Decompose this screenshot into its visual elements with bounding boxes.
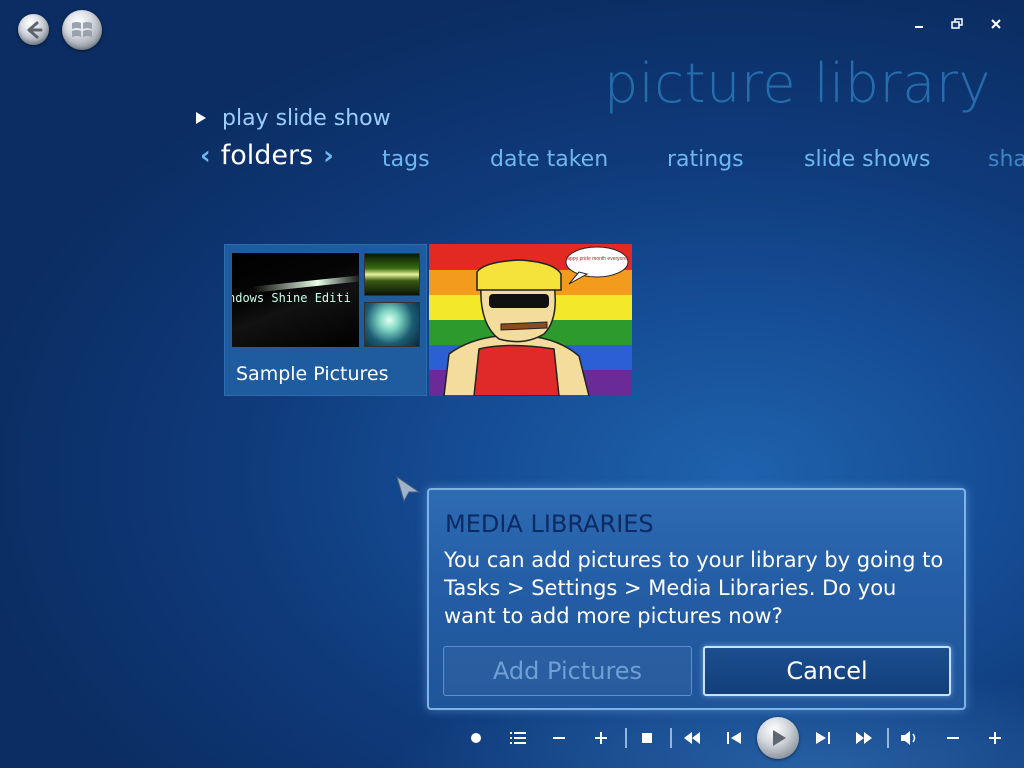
volume-down-button[interactable] [942,727,964,749]
page-title: picture library [604,52,992,115]
picture-thumbnail: happy pride month everyone! [429,244,632,396]
fast-forward-icon [856,732,872,744]
add-pictures-button[interactable]: Add Pictures [443,646,692,696]
play-slide-show-label: play slide show [222,105,391,131]
divider [670,728,672,748]
channel-down-button[interactable] [548,727,570,749]
stop-icon [642,733,652,743]
next-icon [816,732,830,744]
previous-icon [727,732,741,744]
restore-button[interactable] [946,14,968,34]
play-triangle-icon [196,112,206,124]
play-button[interactable] [757,717,799,759]
folder-tile-sample-pictures[interactable]: ndows Shine Editi Sample Pictures [224,244,427,396]
minus-icon [553,737,565,739]
mouse-cursor-icon [396,476,420,502]
restore-icon [951,18,963,29]
back-arrow-icon [27,21,42,38]
channel-up-button[interactable] [590,727,612,749]
rewind-button[interactable] [681,727,703,749]
transport-controls [0,716,1024,762]
mute-button[interactable] [899,727,921,749]
stop-button[interactable] [636,727,658,749]
tab-folders-label: folders [220,140,314,171]
speech-bubble-text: happy pride month everyone! [565,256,630,262]
dialog-title: MEDIA LIBRARIES [445,510,654,538]
dialog-message: You can add pictures to your library by … [444,548,944,628]
volume-down-icon [947,737,959,739]
picture-tile[interactable]: happy pride month everyone! [429,244,632,396]
folder-thumbnail-main: ndows Shine Editi [232,253,359,347]
playlist-icon [510,732,526,744]
play-icon [773,730,786,746]
folder-label: Sample Pictures [236,363,389,385]
cancel-button[interactable]: Cancel [703,646,951,696]
divider [887,728,889,748]
tab-shared[interactable]: sha [988,144,1024,176]
playlist-button[interactable] [507,727,529,749]
play-slide-show-link[interactable]: play slide show [196,104,391,132]
windows-logo-icon [72,22,92,37]
tab-folders[interactable]: ‹ folders › [200,140,334,172]
chevron-right-icon[interactable]: › [323,140,334,172]
tab-slide-shows[interactable]: slide shows [804,144,931,176]
divider [625,728,627,748]
fast-forward-button[interactable] [853,727,875,749]
close-button[interactable] [985,14,1007,34]
previous-button[interactable] [723,727,745,749]
next-button[interactable] [812,727,834,749]
start-button[interactable] [62,10,102,50]
record-button[interactable] [465,727,487,749]
back-button[interactable] [18,14,49,45]
volume-up-button[interactable] [984,727,1006,749]
minimize-icon [915,26,923,28]
folder-thumbnail-small [364,302,420,347]
tab-tags[interactable]: tags [382,144,430,176]
folder-thumbnail-small [364,253,420,296]
chevron-left-icon[interactable]: ‹ [200,140,211,172]
close-icon [991,19,1001,29]
volume-icon [901,731,916,745]
tab-ratings[interactable]: ratings [667,144,744,176]
record-icon [471,733,481,743]
thumbnail-text: ndows Shine Editi [232,291,351,305]
rewind-icon [684,732,700,744]
minimize-button[interactable] [908,14,930,34]
plus-icon [595,732,607,744]
volume-up-icon [989,732,1001,744]
media-libraries-dialog: MEDIA LIBRARIES You can add pictures to … [427,488,966,710]
tab-date-taken[interactable]: date taken [490,144,608,176]
